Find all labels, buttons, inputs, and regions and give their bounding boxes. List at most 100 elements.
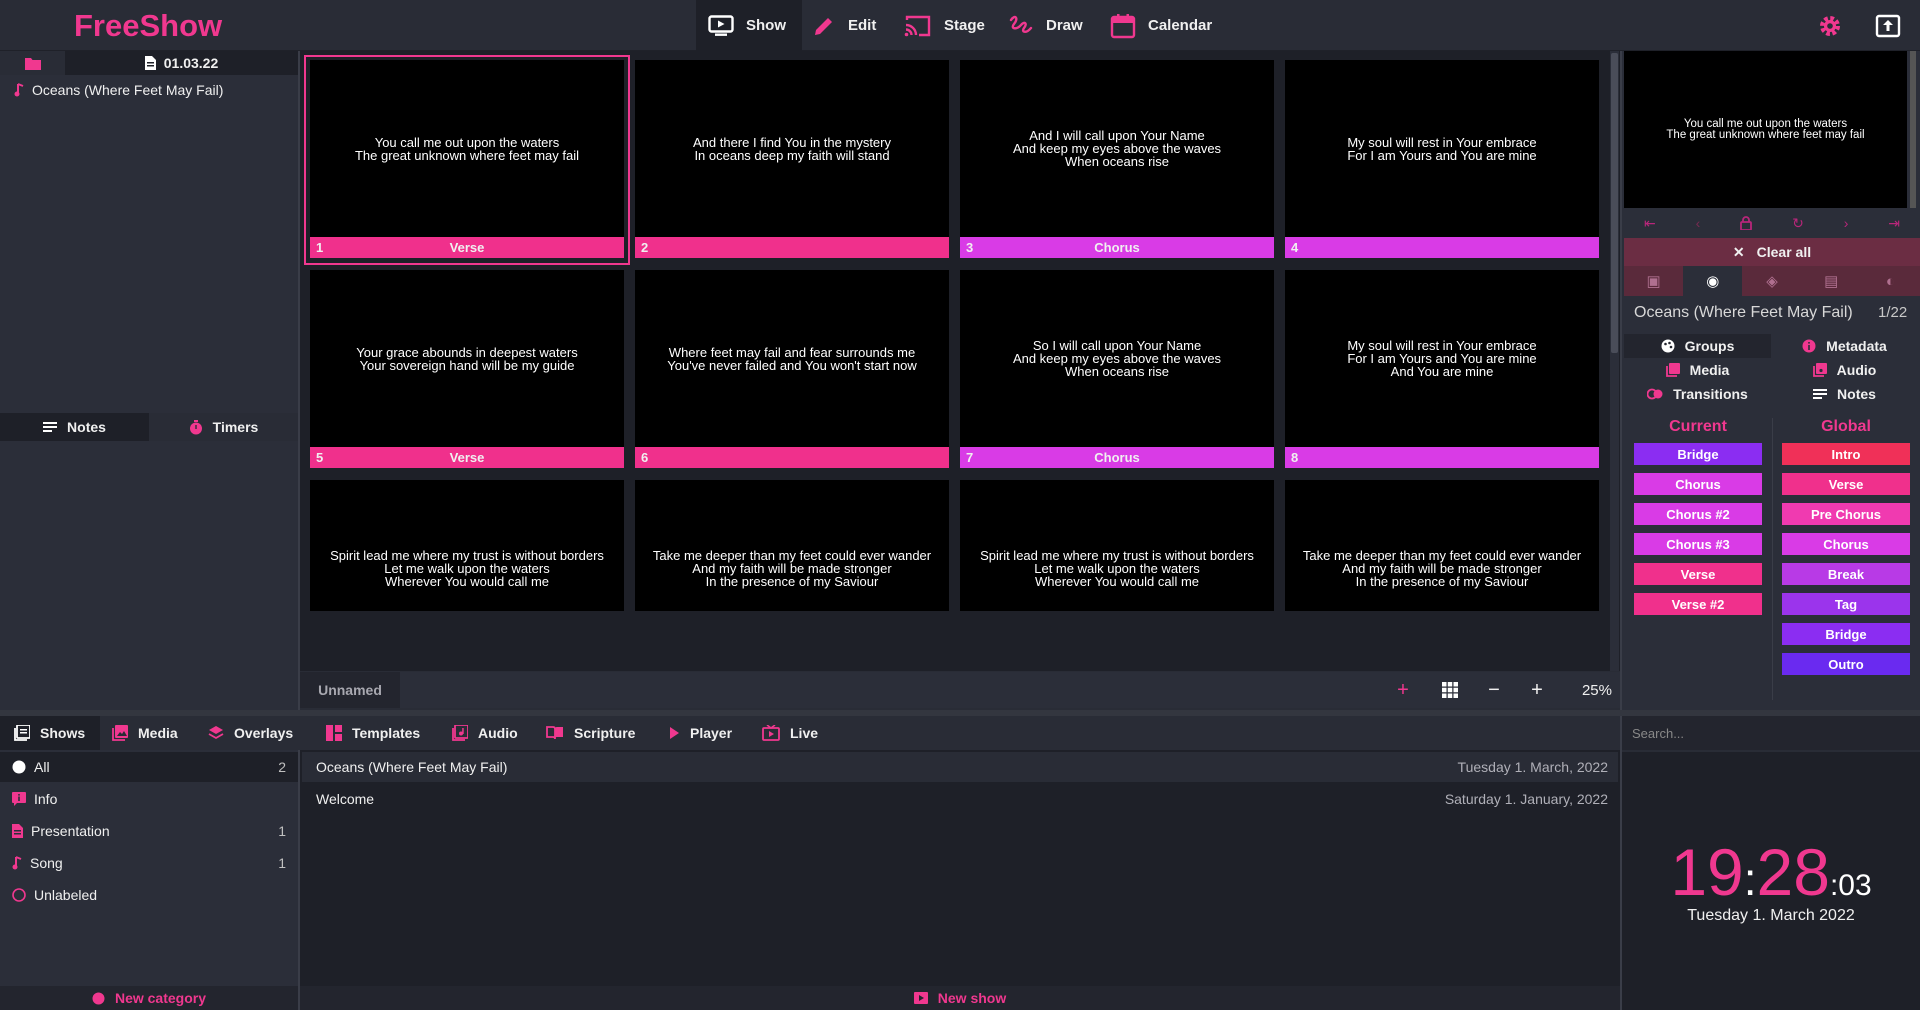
tab-player[interactable]: Player [668, 716, 732, 750]
clear-all-button[interactable]: ✕ Clear all [1624, 238, 1920, 266]
clear-slide-button[interactable]: ◉ [1683, 266, 1743, 296]
folder-icon [24, 57, 41, 70]
tab-audio[interactable]: Audio [1771, 358, 1918, 382]
first-slide-icon[interactable]: ⇤ [1644, 215, 1656, 232]
new-show-button[interactable]: New show [300, 986, 1620, 1010]
global-group-button[interactable]: Break [1782, 563, 1910, 585]
show-row[interactable]: Oceans (Where Feet May Fail) Tuesday 1. … [302, 752, 1618, 782]
draw-icon [1008, 14, 1034, 38]
slide-thumbnail[interactable]: Your grace abounds in deepest waters You… [310, 270, 624, 468]
search-input[interactable] [1622, 716, 1920, 750]
show-row[interactable]: Welcome Saturday 1. January, 2022 [302, 784, 1618, 814]
slide-counter: 1/22 [1878, 304, 1908, 321]
slide-thumbnail[interactable]: My soul will rest in Your embrace For I … [1285, 60, 1599, 258]
clear-audio-button[interactable]: ▤ [1802, 266, 1861, 296]
current-group-button[interactable]: Chorus #2 [1634, 503, 1762, 525]
tab-groups[interactable]: Groups [1624, 334, 1771, 358]
target-icon: ◉ [1706, 273, 1720, 290]
tab-templates[interactable]: Templates [326, 716, 420, 750]
new-show-icon [913, 992, 928, 1004]
output-window-icon[interactable] [1874, 12, 1902, 40]
clear-overlays-button[interactable]: ◈ [1742, 266, 1801, 296]
last-slide-icon[interactable]: ⇥ [1888, 215, 1900, 232]
global-group-button[interactable]: Tag [1782, 593, 1910, 615]
add-layout-button[interactable]: + [1383, 672, 1423, 708]
zoom-in-button[interactable]: + [1517, 672, 1557, 708]
slide-thumbnail[interactable]: And I will call upon Your Name And keep … [960, 60, 1274, 258]
project-show-item[interactable]: Oceans (Where Feet May Fail) [14, 82, 223, 98]
slide-thumbnail[interactable]: And there I find You in the mystery In o… [635, 60, 949, 258]
category-all[interactable]: All 2 [0, 752, 298, 782]
zoom-out-button[interactable]: − [1474, 672, 1514, 708]
slide-group-label: 6 [635, 447, 949, 468]
category-presentation[interactable]: Presentation 1 [0, 816, 298, 846]
preview-scrollbar [1910, 51, 1916, 208]
tab-stage[interactable]: Stage [892, 0, 1001, 51]
global-group-button[interactable]: Verse [1782, 473, 1910, 495]
grid-view-button[interactable] [1430, 672, 1470, 708]
tab-drawer-audio[interactable]: Audio [452, 716, 518, 750]
output-controls: ⇤ ‹ ↻ › ⇥ [1624, 210, 1920, 236]
slide-text: Take me deeper than my feet could ever w… [1302, 548, 1582, 589]
new-show-label: New show [937, 990, 1007, 1006]
notes-area[interactable] [0, 441, 298, 710]
slide-thumbnail[interactable]: My soul will rest in Your embrace For I … [1285, 270, 1599, 468]
tab-overlays[interactable]: Overlays [208, 716, 293, 750]
slide-thumbnail[interactable]: So I will call upon Your Name And keep m… [960, 270, 1274, 468]
output-preview[interactable]: You call me out upon the waters The grea… [1624, 51, 1907, 208]
current-group-button[interactable]: Chorus #3 [1634, 533, 1762, 555]
tab-calendar[interactable]: Calendar [1098, 0, 1228, 51]
tab-edit[interactable]: Edit [800, 0, 892, 51]
live-icon [762, 725, 780, 741]
new-category-button[interactable]: New category [0, 986, 298, 1010]
next-slide-icon[interactable]: › [1844, 215, 1849, 231]
slide-thumbnail[interactable]: Take me deeper than my feet could ever w… [1285, 480, 1599, 611]
plus-icon: + [1531, 678, 1543, 701]
gear-icon[interactable] [1816, 12, 1844, 40]
global-group-button[interactable]: Outro [1782, 653, 1910, 675]
clear-transitions-button[interactable]: ◐ [1861, 266, 1920, 296]
slide-thumbnail[interactable]: Take me deeper than my feet could ever w… [635, 480, 949, 611]
global-group-button[interactable]: Chorus [1782, 533, 1910, 555]
global-group-button[interactable]: Pre Chorus [1782, 503, 1910, 525]
lock-icon[interactable] [1740, 216, 1753, 230]
tab-show[interactable]: Show [696, 0, 802, 51]
slides-scrollbar-thumb[interactable] [1611, 53, 1618, 353]
previous-slide-icon[interactable]: ‹ [1696, 215, 1701, 231]
tab-timers[interactable]: Timers [149, 413, 298, 441]
slide-thumbnail[interactable]: Spirit lead me where my trust is without… [310, 480, 624, 611]
tab-draw[interactable]: Draw [996, 0, 1099, 51]
projects-folder-button[interactable] [0, 51, 65, 75]
tab-live-label: Live [790, 725, 819, 741]
tab-notes[interactable]: Notes [0, 413, 149, 441]
current-group-button[interactable]: Verse #2 [1634, 593, 1762, 615]
category-song[interactable]: Song 1 [0, 848, 298, 878]
category-label: All [34, 759, 50, 775]
tab-metadata[interactable]: Metadata [1771, 334, 1918, 358]
current-group-button[interactable]: Chorus [1634, 473, 1762, 495]
groups-divider [1772, 418, 1773, 700]
slide-thumbnail[interactable]: Where feet may fail and fear surrounds m… [635, 270, 949, 468]
refresh-icon[interactable]: ↻ [1792, 215, 1804, 232]
current-group-button[interactable]: Verse [1634, 563, 1762, 585]
tab-drawer-media[interactable]: Media [112, 716, 178, 750]
clear-background-button[interactable]: ▣ [1624, 266, 1683, 296]
layout-name[interactable]: Unnamed [300, 672, 400, 708]
close-icon: ✕ [1732, 243, 1745, 260]
tab-right-notes[interactable]: Notes [1771, 382, 1918, 406]
tab-transitions[interactable]: Transitions [1624, 382, 1771, 406]
new-category-label: New category [114, 990, 207, 1006]
category-unlabeled[interactable]: Unlabeled [0, 880, 298, 910]
slide-group-label: 8 [1285, 447, 1599, 468]
current-group-button[interactable]: Bridge [1634, 443, 1762, 465]
slide-number: 8 [1291, 450, 1299, 465]
slide-thumbnail[interactable]: Spirit lead me where my trust is without… [960, 480, 1274, 611]
tab-scripture[interactable]: Scripture [546, 716, 635, 750]
project-tab[interactable]: 01.03.22 [65, 51, 298, 75]
category-info[interactable]: Info [0, 784, 298, 814]
tab-media[interactable]: Media [1624, 358, 1771, 382]
tab-shows[interactable]: Shows [0, 716, 100, 750]
tab-live[interactable]: Live [762, 716, 818, 750]
global-group-button[interactable]: Intro [1782, 443, 1910, 465]
global-group-button[interactable]: Bridge [1782, 623, 1910, 645]
